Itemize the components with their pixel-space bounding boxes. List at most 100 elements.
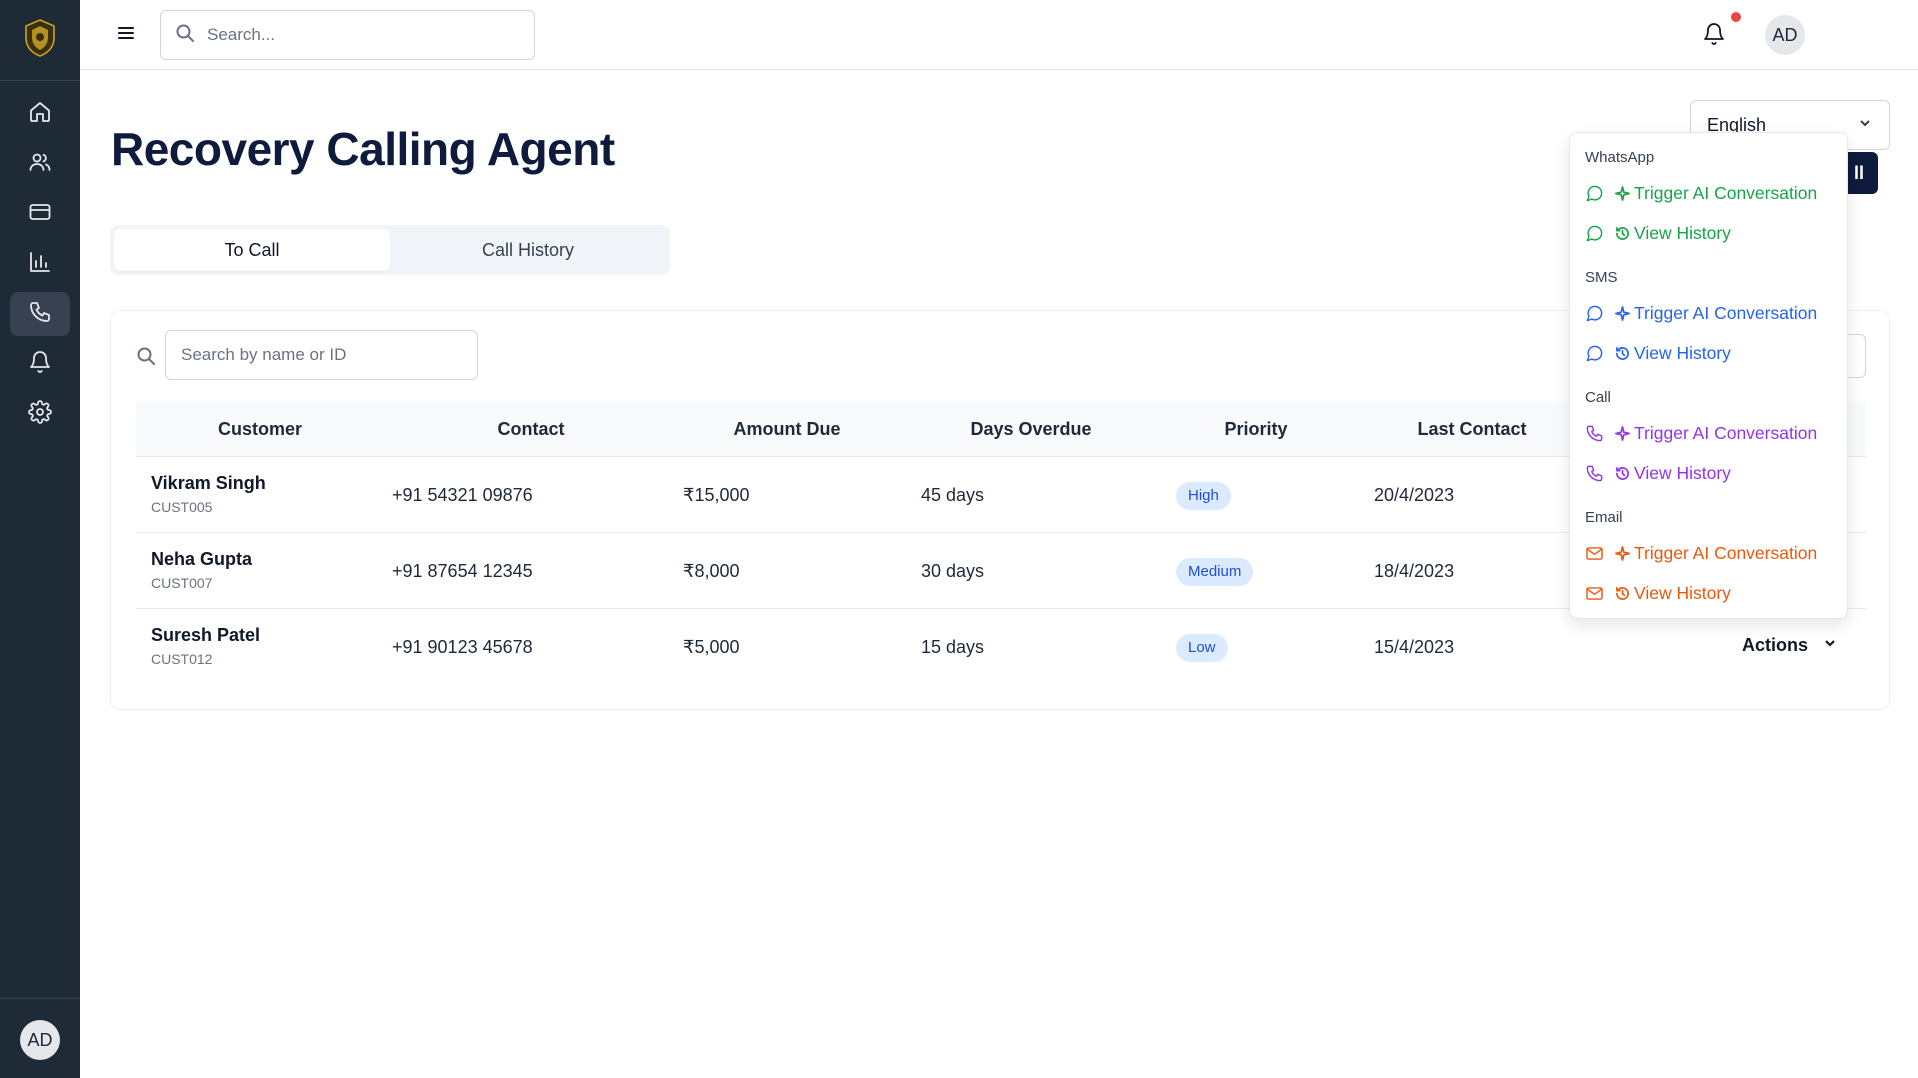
column-header-amount-due: Amount Due [733,419,841,439]
notification-dot [1731,12,1741,22]
call-trigger-ai-conversation[interactable]: Trigger AI Conversation [1584,418,1817,448]
call-view-history[interactable]: View History [1584,458,1731,488]
menu-toggle-button[interactable] [114,23,138,47]
amount-due: ₹15,000 [683,485,750,505]
last-contact-date: 15/4/2023 [1374,637,1455,657]
customer-name: Vikram Singh [151,473,266,493]
menu-item-label: View History [1634,342,1731,363]
priority-badge: Medium [1176,558,1254,586]
topbar [80,0,1918,70]
search-icon [175,23,195,48]
column-header-customer: Customer [217,419,303,439]
home-icon [28,100,52,129]
sidebar-item-payments[interactable] [10,192,70,236]
sparkle-icon [1614,305,1630,321]
actions-menu-button[interactable]: Actions [1742,635,1838,656]
phone-icon [1584,423,1604,443]
tab-list: To Call Call History [110,225,670,275]
contact-number: +91 90123 45678 [392,637,533,657]
gear-icon [28,399,52,429]
contact-number: +91 54321 09876 [392,485,533,505]
tab-to-call[interactable]: To Call [114,229,390,271]
sidebar-item-customers[interactable] [10,142,70,186]
credit-card-icon [28,200,52,229]
menu-item-label: View History [1634,462,1731,483]
sms-trigger-ai-conversation[interactable]: Trigger AI Conversation [1584,298,1817,328]
tab-call-history[interactable]: Call History [390,229,666,271]
column-header-last-contact: Last Contact [1417,419,1527,439]
hamburger-menu-icon [116,23,136,48]
mail-icon [1584,543,1604,563]
message-circle-icon [1584,343,1604,363]
sidebar-item-notifications[interactable] [10,342,70,386]
search-icon [136,346,156,366]
sms-view-history[interactable]: View History [1584,338,1731,368]
section-title-sms: SMS [1585,269,1618,286]
customer-name: Neha Gupta [151,549,253,569]
whatsapp-trigger-ai-conversation[interactable]: Trigger AI Conversation [1584,178,1817,208]
global-search-box [160,10,535,60]
message-circle-icon [1584,223,1604,243]
history-icon [1614,585,1630,601]
message-circle-icon [1584,303,1604,323]
customer-id: CUST007 [151,575,213,591]
amount-due: ₹5,000 [683,637,740,657]
history-icon [1614,345,1630,361]
phone-icon [1584,463,1604,483]
global-search-input[interactable] [207,25,507,45]
history-icon [1614,225,1630,241]
bell-icon [28,350,52,379]
bar-chart-icon [28,250,52,279]
sparkle-icon [1614,545,1630,561]
history-icon [1614,465,1630,481]
last-contact-date: 20/4/2023 [1374,485,1455,505]
customer-search-input[interactable] [165,330,478,380]
contact-number: +91 87654 12345 [392,561,533,581]
sparkle-icon [1614,425,1630,441]
last-contact-date: 18/4/2023 [1374,561,1455,581]
email-trigger-ai-conversation[interactable]: Trigger AI Conversation [1584,538,1817,568]
whatsapp-view-history[interactable]: View History [1584,218,1731,248]
chevron-down-icon [1822,635,1838,656]
sidebar-item-calling[interactable] [10,292,70,336]
sparkle-icon [1614,185,1630,201]
message-circle-icon [1584,183,1604,203]
section-title-whatsapp: WhatsApp [1585,149,1655,166]
section-title-email: Email [1585,509,1623,526]
customer-name: Suresh Patel [151,625,261,645]
actions-dropdown-menu: WhatsApp Trigger AI Conversation View Hi… [1569,132,1848,619]
sidebar: AD [0,0,80,1078]
chevron-down-icon [1857,115,1873,136]
bell-icon [1702,23,1726,50]
menu-item-label: Trigger AI Conversation [1634,542,1818,563]
sidebar-bottom-divider [0,998,80,999]
menu-item-label: Trigger AI Conversation [1634,422,1818,443]
user-avatar[interactable]: AD [1765,15,1805,55]
mail-icon [1584,583,1604,603]
section-title-call: Call [1585,389,1611,406]
phone-icon [28,300,52,329]
column-header-days-overdue: Days Overdue [970,419,1092,439]
menu-item-label: Trigger AI Conversation [1634,182,1818,203]
sidebar-item-home[interactable] [10,92,70,136]
menu-item-label: View History [1634,582,1731,603]
days-overdue: 15 days [921,637,985,657]
menu-item-label: View History [1634,222,1731,243]
sidebar-avatar[interactable]: AD [20,1020,60,1060]
sidebar-item-settings[interactable] [10,392,70,436]
sidebar-divider [0,80,80,81]
table-row[interactable]: Suresh Patel CUST012 +91 90123 45678 ₹5,… [136,609,1866,685]
customer-id: CUST005 [151,499,213,515]
call-action-button-label: ll [1853,162,1864,183]
sidebar-item-analytics[interactable] [10,242,70,286]
email-view-history[interactable]: View History [1584,578,1731,608]
notifications-button[interactable] [1702,22,1728,48]
users-icon [28,150,52,179]
column-header-priority: Priority [1224,419,1288,439]
days-overdue: 45 days [921,485,985,505]
column-header-contact: Contact [497,419,565,439]
customer-id: CUST012 [151,651,213,667]
priority-badge: High [1176,482,1231,510]
page-title: Recovery Calling Agent [111,123,615,175]
priority-badge: Low [1176,634,1228,662]
